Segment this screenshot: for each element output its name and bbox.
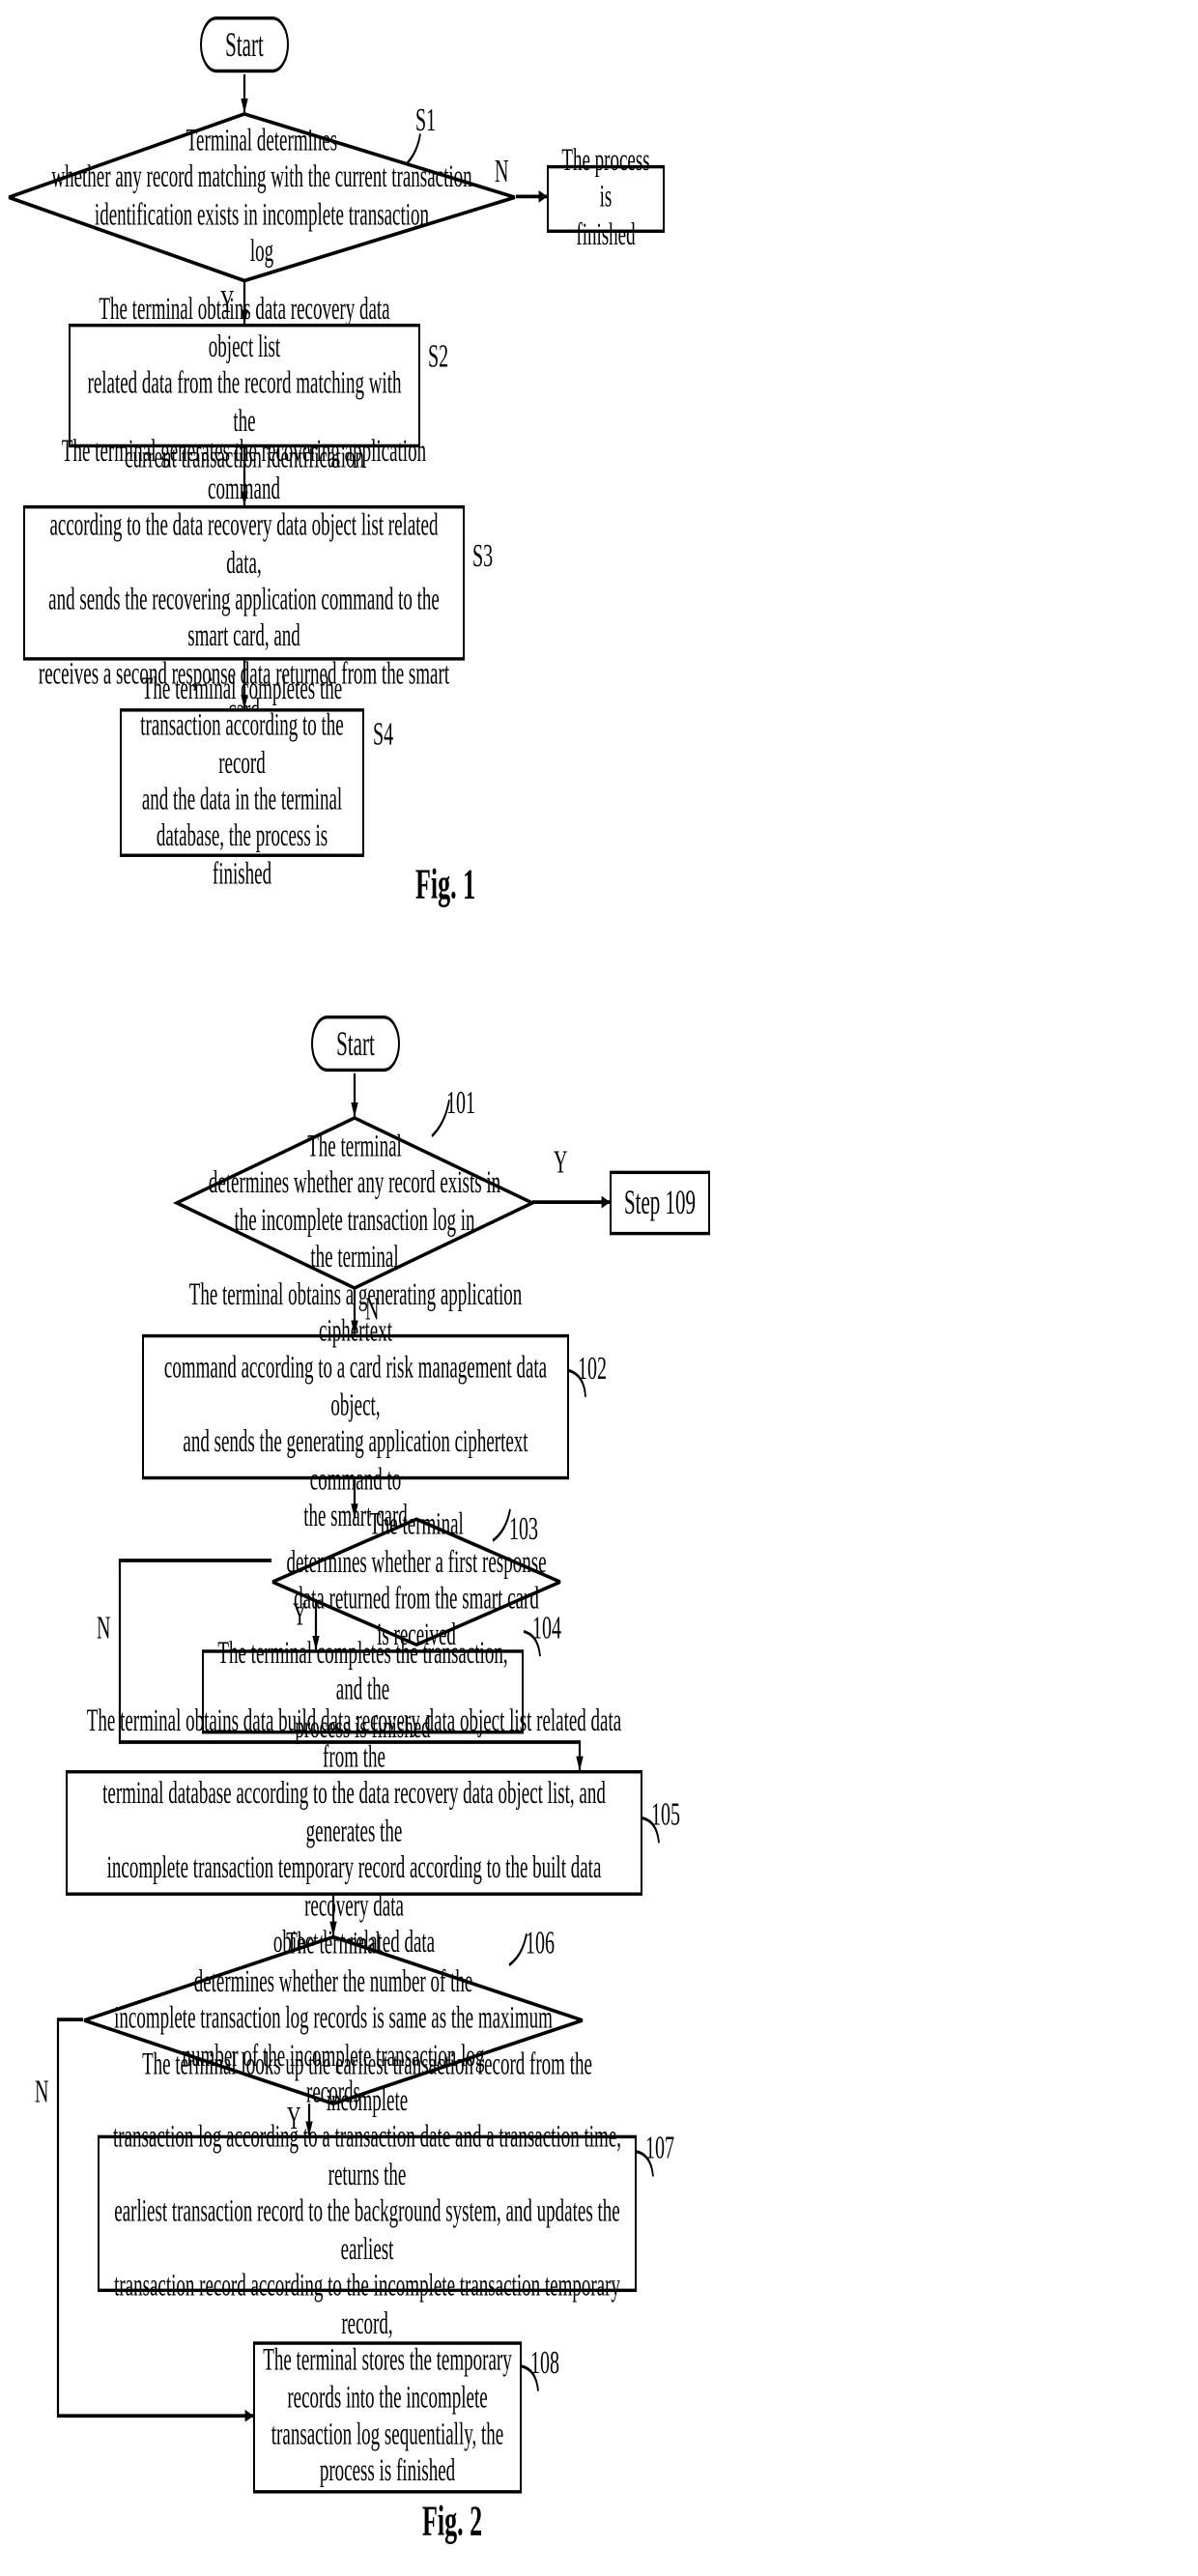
line: transaction according to the record xyxy=(140,708,344,781)
fig2-ref-105: 105 xyxy=(651,1796,680,1833)
line: and sends the generating application cip… xyxy=(183,1425,528,1498)
fig2-ref-107: 107 xyxy=(645,2130,674,2167)
line: terminal database according to the data … xyxy=(102,1777,606,1849)
fig2-process-108: The terminal stores the temporary record… xyxy=(253,2341,522,2494)
fig2-edge-label-103-yes: Y xyxy=(293,1596,307,1634)
fig2-process-105: The terminal obtains data build data rec… xyxy=(66,1703,642,1961)
fig2-start-label: Start xyxy=(336,1022,375,1063)
fig1-process-s3: The terminal generates the recovering ap… xyxy=(23,435,465,729)
line: transaction log according to a transacti… xyxy=(113,2121,621,2193)
line: The terminal generates the recovering ap… xyxy=(61,435,427,507)
line: and sends the recovering application com… xyxy=(48,583,440,655)
line: earliest transaction record to the backg… xyxy=(114,2194,620,2267)
line: The terminal stores the temporary xyxy=(263,2343,512,2379)
fig2-edge-label-103-no: N xyxy=(97,1610,111,1646)
fig1-decision-s1: Terminal determines whether any record m… xyxy=(8,112,516,283)
fig2-ref-103: 103 xyxy=(509,1510,538,1548)
fig1-ref-s1: S1 xyxy=(415,101,437,139)
fig2-process-102: The terminal obtains a generating applic… xyxy=(142,1277,569,1534)
line: The terminal obtains a generating applic… xyxy=(188,1277,523,1350)
line: incomplete transaction temporary record … xyxy=(106,1851,602,1924)
line: related data from the record matching wi… xyxy=(87,366,402,440)
fig1-caption: Fig. 1 xyxy=(415,860,476,908)
line: process is finished xyxy=(319,2454,456,2490)
line: according to the data recovery data obje… xyxy=(49,508,439,581)
fig2-ref-108: 108 xyxy=(530,2344,559,2382)
fig2-decision-101: The terminal determines whether any reco… xyxy=(172,1116,537,1290)
line: The terminal obtains data recovery data … xyxy=(99,293,390,365)
line: The terminal completes the xyxy=(141,672,343,707)
fig1-ref-s2: S2 xyxy=(428,338,449,375)
fig1-start-label: Start xyxy=(225,23,264,64)
fig2-ref-102: 102 xyxy=(578,1350,607,1388)
fig2-process-107: The terminal looks up the earliest trans… xyxy=(98,2047,637,2378)
line: transaction record according to the inco… xyxy=(114,2269,620,2341)
line: finished xyxy=(576,217,636,252)
fig2-ref-101: 101 xyxy=(446,1084,475,1122)
line: and the data in the terminal xyxy=(141,783,343,817)
line: The process is xyxy=(561,143,650,215)
line: command according to a card risk managem… xyxy=(163,1351,548,1423)
fig1-ref-s3: S3 xyxy=(472,538,494,575)
line: records into the incomplete xyxy=(287,2380,488,2416)
line: The terminal obtains data build data rec… xyxy=(86,1703,622,1776)
fig2-edge-label-106-no: N xyxy=(35,2074,49,2111)
fig2-ref-104: 104 xyxy=(532,1610,561,1646)
fig2-ref-106: 106 xyxy=(526,1925,555,1962)
fig1-ref-s4: S4 xyxy=(373,716,394,754)
fig2-start-terminator: Start xyxy=(311,1016,400,1073)
fig1-edge-label-s1-no: N xyxy=(495,153,509,190)
fig2-step-109-label: Step 109 xyxy=(623,1182,697,1222)
line: transaction log sequentially, the xyxy=(271,2417,504,2452)
fig2-step-109-box: Step 109 xyxy=(610,1170,710,1236)
fig1-process-finished-box: The process is finished xyxy=(547,143,665,252)
fig2-caption: Fig. 2 xyxy=(422,2496,483,2545)
fig2-edge-label-101-yes: Y xyxy=(554,1144,568,1181)
fig1-start-terminator: Start xyxy=(200,16,289,73)
line: The terminal completes the transaction, … xyxy=(217,1636,508,1708)
fig1-process-s4: The terminal completes the transaction a… xyxy=(120,672,364,892)
line: The terminal looks up the earliest trans… xyxy=(142,2046,592,2119)
patent-figure-sheet: Start Terminal determines whether any re… xyxy=(0,0,1198,2576)
line: database, the process is finished xyxy=(156,819,328,892)
fig1-process-s2: The terminal obtains data recovery data … xyxy=(69,293,420,475)
